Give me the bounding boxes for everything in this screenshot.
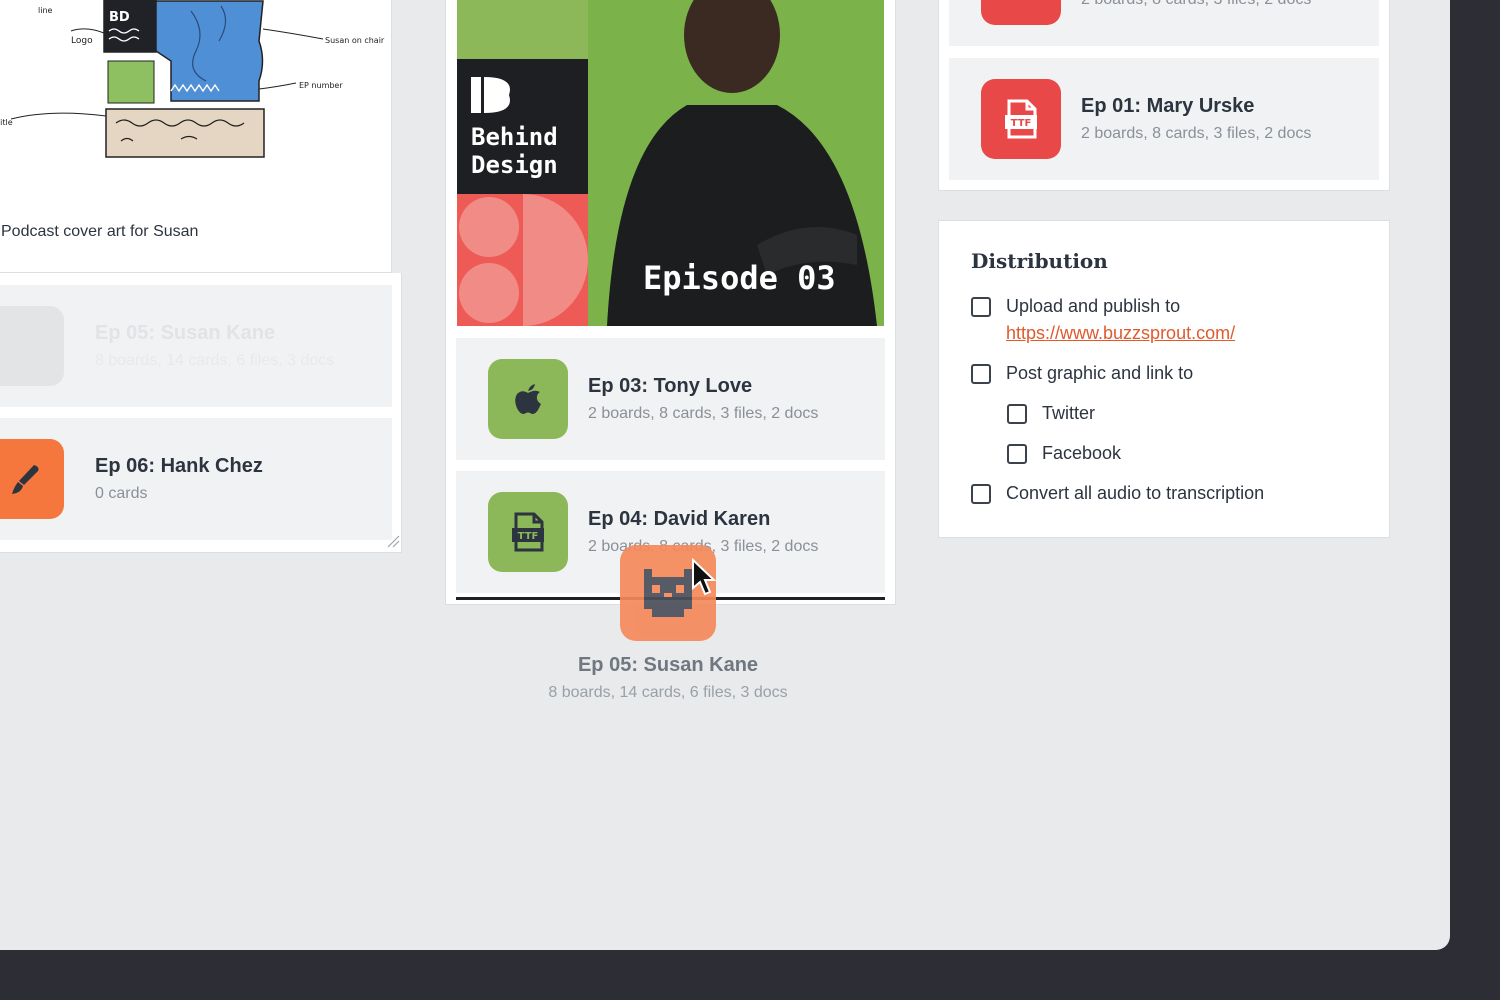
- sketch-caption: Podcast cover art for Susan: [1, 223, 199, 240]
- dragged-item-title: Ep 05: Susan Kane: [577, 654, 759, 676]
- list-item-ep02[interactable]: 2 boards, 8 cards, 3 files, 2 docs: [949, 0, 1379, 46]
- list-item-title: Ep 03: Tony Love: [588, 375, 753, 397]
- sketch-label-title: title: [0, 118, 13, 127]
- list-item-meta: 2 boards, 8 cards, 3 files, 2 docs: [588, 405, 819, 422]
- podcast-sketch-image: BD line Logo Susan on chair EP number ti…: [0, 0, 385, 158]
- sketch-label-logo: Logo: [71, 36, 93, 46]
- list-item-ep01[interactable]: TTF Ep 01: Mary Urske 2 boards, 8 cards,…: [949, 58, 1379, 180]
- ttf-file-icon: TTF: [488, 492, 568, 572]
- sketch-label-line: line: [38, 6, 53, 15]
- checkbox-transcription[interactable]: [971, 484, 991, 504]
- list-item-title: Ep 04: David Karen: [588, 508, 771, 530]
- svg-text:BD: BD: [109, 10, 130, 25]
- list-item-meta: 8 boards, 14 cards, 6 files, 3 docs: [95, 352, 335, 369]
- resize-handle-icon[interactable]: [386, 534, 400, 548]
- episode-cover-image[interactable]: Behind Design Episode 03: [457, 0, 884, 326]
- list-item-title: Ep 05: Susan Kane: [95, 322, 276, 344]
- sketch-label-ep-number: EP number: [299, 81, 343, 90]
- svg-text:TTF: TTF: [1011, 118, 1032, 129]
- checklist-label-facebook: Facebook: [1042, 443, 1122, 463]
- buzzsprout-link[interactable]: https://www.buzzsprout.com/: [1006, 323, 1235, 343]
- checklist-text-upload: Upload and publish to: [1006, 296, 1181, 316]
- checkbox-facebook[interactable]: [1007, 444, 1027, 464]
- distribution-checklist-card[interactable]: Distribution Upload and publish to https…: [938, 220, 1390, 538]
- cover-brand-line1: Behind: [471, 123, 558, 151]
- list-item-title: Ep 06: Hank Chez: [95, 455, 263, 477]
- distribution-title: Distribution: [971, 249, 1108, 273]
- sketch-label-susan: Susan on chair: [325, 36, 385, 45]
- list-item-meta: 2 boards, 8 cards, 3 files, 2 docs: [1081, 125, 1312, 142]
- mouse-cursor-icon: [692, 558, 716, 596]
- list-item-ep06[interactable]: Ep 06: Hank Chez 0 cards: [0, 418, 392, 540]
- checklist-label-transcription: Convert all audio to transcription: [1006, 483, 1265, 503]
- list-item-ghost: Ep 05: Susan Kane 8 boards, 14 cards, 6 …: [0, 285, 392, 407]
- checkbox-twitter[interactable]: [1007, 404, 1027, 424]
- checklist-label-twitter: Twitter: [1042, 403, 1096, 423]
- cover-brand-line2: Design: [471, 151, 558, 179]
- dragged-item-meta: 8 boards, 14 cards, 6 files, 3 docs: [548, 684, 788, 701]
- cover-episode-label: Episode 03: [643, 259, 836, 297]
- svg-text:TTF: TTF: [518, 531, 539, 542]
- checklist-label-post-graphic: Post graphic and link to: [1006, 363, 1194, 383]
- checkbox-upload[interactable]: [971, 297, 991, 317]
- checklist-label-upload: Upload and publish to https://www.buzzsp…: [1006, 293, 1235, 347]
- checkbox-post-graphic[interactable]: [971, 364, 991, 384]
- apple-icon: [488, 359, 568, 439]
- list-item-title: Ep 01: Mary Urske: [1081, 95, 1255, 117]
- list-item-meta: 0 cards: [95, 485, 148, 502]
- placeholder-icon: [0, 306, 64, 386]
- red-icon: [981, 0, 1061, 25]
- ttf-file-icon: TTF: [981, 79, 1061, 159]
- list-item-ep03[interactable]: Ep 03: Tony Love 2 boards, 8 cards, 3 fi…: [456, 338, 885, 460]
- list-item-meta: 2 boards, 8 cards, 3 files, 2 docs: [1081, 0, 1311, 9]
- sketch-image-card[interactable]: BD line Logo Susan on chair EP number ti…: [0, 0, 392, 273]
- brush-icon: [0, 439, 64, 519]
- board-canvas[interactable]: BD line Logo Susan on chair EP number ti…: [0, 0, 1450, 950]
